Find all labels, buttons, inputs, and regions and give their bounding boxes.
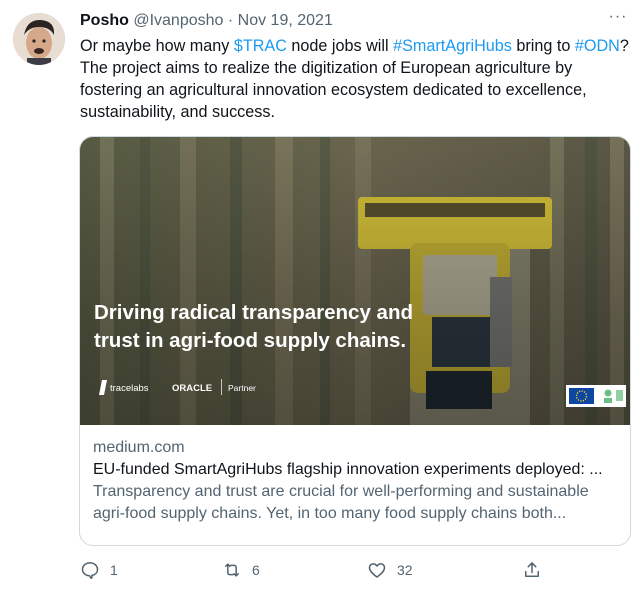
oracle-logo-text: ORACLE <box>172 383 212 394</box>
share-button[interactable] <box>522 558 552 582</box>
link-card[interactable]: Driving radical transparency and trust i… <box>79 136 631 546</box>
tweet-date[interactable]: Nov 19, 2021 <box>238 12 333 29</box>
author-name[interactable]: Posho <box>80 12 129 29</box>
retweet-icon <box>225 563 239 577</box>
logo-divider <box>221 379 222 395</box>
retweet-count: 6 <box>252 562 260 578</box>
card-description: Transparency and trust are crucial for w… <box>93 483 589 522</box>
more-options-icon[interactable]: ··· <box>606 9 630 30</box>
tweet-header: Posho @Ivanposho · Nov 19, 2021 <box>80 9 624 33</box>
heart-icon <box>368 563 386 578</box>
text-part: bring to <box>511 37 575 55</box>
card-domain: medium.com <box>93 439 185 456</box>
reply-button[interactable]: 1 <box>80 558 118 582</box>
reply-icon <box>81 562 99 579</box>
avatar-image <box>13 13 65 65</box>
share-icon <box>525 562 539 577</box>
hashtag-link-odn[interactable]: #ODN <box>575 37 620 55</box>
image-headline-line1: Driving radical transparency and <box>94 301 413 324</box>
separator-dot: · <box>227 12 234 29</box>
avatar[interactable] <box>13 13 65 65</box>
like-button[interactable]: 32 <box>367 558 413 582</box>
hashtag-link-smartagrihubs[interactable]: #SmartAgriHubs <box>393 37 512 55</box>
partner-text: Partner <box>228 383 256 393</box>
like-count: 32 <box>397 562 413 578</box>
card-body: medium.com EU-funded SmartAgriHubs flags… <box>93 437 617 525</box>
retweet-button[interactable]: 6 <box>222 558 260 582</box>
text-part: node jobs will <box>286 37 394 55</box>
card-image: Driving radical transparency and trust i… <box>80 137 630 425</box>
reply-count: 1 <box>110 562 118 578</box>
author-handle[interactable]: @Ivanposho <box>133 12 223 29</box>
tracelabs-text: tracelabs <box>110 383 149 394</box>
text-part: Or maybe how many <box>80 37 234 55</box>
tweet-actions: 1 6 32 <box>80 558 550 582</box>
card-title: EU-funded SmartAgriHubs flagship innovat… <box>93 461 603 478</box>
image-headline-line2: trust in agri-food supply chains. <box>94 329 406 352</box>
cashtag-link[interactable]: $TRAC <box>234 37 287 55</box>
tweet-text: Or maybe how many $TRAC node jobs will #… <box>80 35 632 123</box>
eu-flag-badge <box>566 385 626 407</box>
